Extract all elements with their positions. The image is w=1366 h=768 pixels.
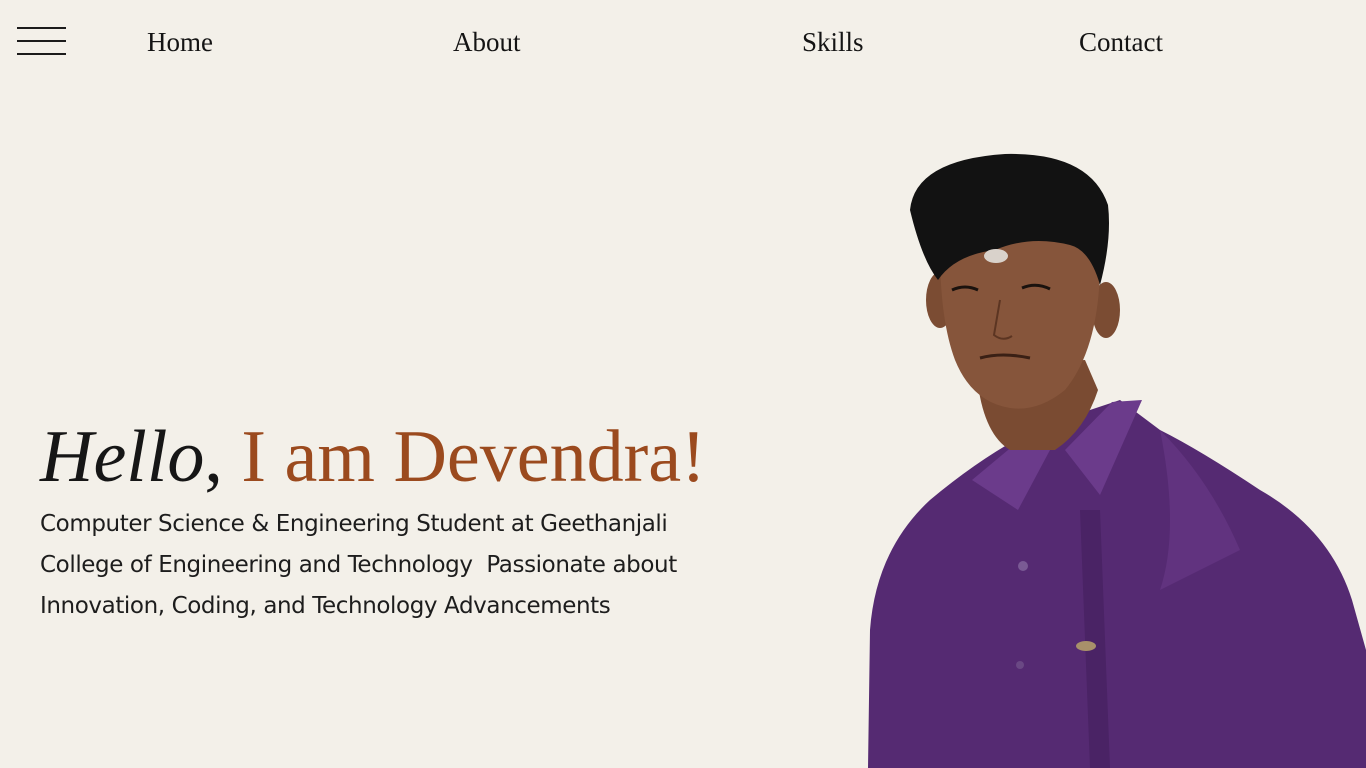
top-navigation: Home About Skills Contact: [0, 0, 1366, 84]
intro-line: Computer Science & Engineering Student a…: [40, 511, 668, 537]
intro-line: College of Engineering and Technology Pa…: [40, 552, 677, 578]
greeting-name: I am Devendra!: [241, 416, 706, 498]
hamburger-menu-icon[interactable]: [17, 26, 66, 56]
hero-greeting: Hello, I am Devendra!: [40, 412, 820, 502]
nav-about-link[interactable]: About: [453, 24, 521, 60]
greeting-comma: ,: [204, 416, 242, 498]
intro-line: Innovation, Coding, and Technology Advan…: [40, 593, 611, 619]
hero-intro: Computer Science & Engineering Student a…: [40, 504, 740, 627]
greeting-hello: Hello: [40, 416, 205, 498]
nav-contact-link[interactable]: Contact: [1079, 24, 1163, 60]
profile-photo: [868, 153, 1366, 768]
nav-skills-link[interactable]: Skills: [802, 24, 864, 60]
hero-section: Hello, I am Devendra! Computer Science &…: [40, 412, 820, 627]
nav-home-link[interactable]: Home: [147, 24, 213, 60]
